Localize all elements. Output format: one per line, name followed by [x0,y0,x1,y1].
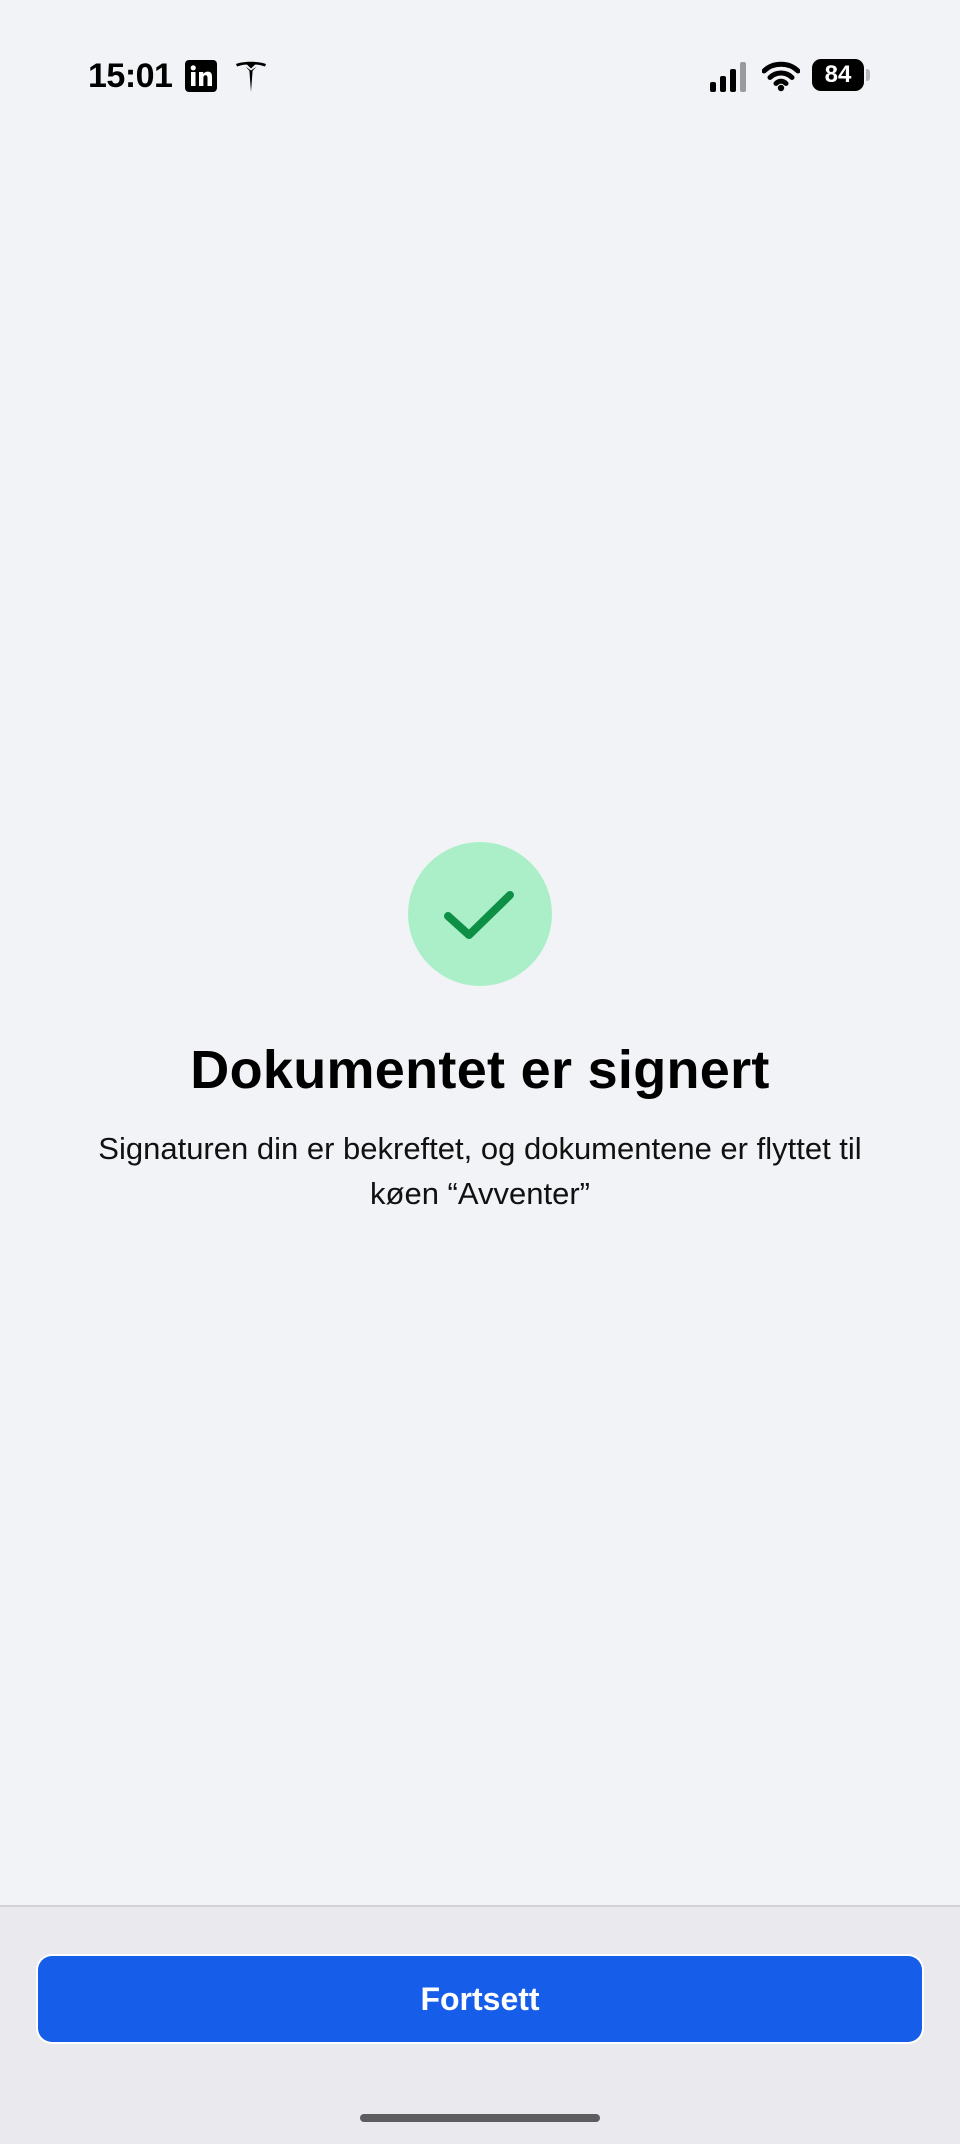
linkedin-icon [185,60,217,92]
page-title: Dokumentet er signert [190,1040,770,1100]
tesla-icon [236,61,266,92]
status-bar: 15:01 84 [0,0,960,150]
home-indicator[interactable] [360,2114,600,2122]
checkmark-icon [444,891,514,939]
continue-button[interactable]: Fortsett [38,1956,922,2042]
bottom-bar: Fortsett [0,1905,960,2144]
battery-icon: 84 [812,59,870,91]
signal-icon [710,62,746,92]
battery-cap [866,69,870,81]
success-message: Signaturen din er bekreftet, og dokument… [98,1131,862,1211]
battery-level: 84 [812,59,864,91]
status-time: 15:01 [88,57,173,95]
wifi-icon [762,61,800,92]
success-badge [408,842,552,986]
